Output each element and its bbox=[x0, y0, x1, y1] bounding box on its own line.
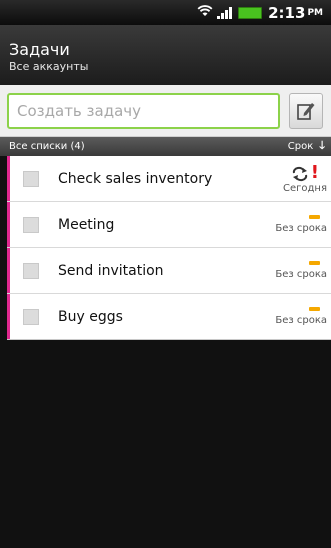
task-meta: Без срока bbox=[267, 202, 327, 248]
task-checkbox[interactable] bbox=[23, 309, 39, 325]
task-title: Send invitation bbox=[58, 263, 164, 279]
account-subtitle[interactable]: Все аккаунты bbox=[9, 59, 331, 74]
priority-normal-icon bbox=[309, 261, 320, 265]
signal-icon bbox=[217, 6, 233, 19]
list-filter-label[interactable]: Все списки (4) bbox=[9, 141, 85, 152]
page-title: Задачи bbox=[9, 40, 70, 59]
task-row[interactable]: Meeting Без срока bbox=[7, 202, 331, 248]
clock: 2:13 bbox=[268, 3, 306, 22]
task-due: Без срока bbox=[275, 315, 327, 326]
task-checkbox[interactable] bbox=[23, 217, 39, 233]
edit-icon bbox=[297, 103, 315, 120]
task-row[interactable]: Send invitation Без срока bbox=[7, 248, 331, 294]
task-meta: Без срока bbox=[267, 248, 327, 294]
battery-icon bbox=[238, 6, 263, 19]
sort-down-arrow-icon: 🡓 bbox=[319, 139, 325, 152]
new-task-detail-button[interactable] bbox=[289, 93, 323, 129]
task-due: Сегодня bbox=[283, 182, 327, 194]
priority-normal-icon bbox=[309, 215, 320, 219]
task-list: Check sales inventory ! Сегодня Meeting … bbox=[7, 156, 331, 340]
task-meta: ! Сегодня bbox=[267, 156, 327, 202]
task-row[interactable]: Check sales inventory ! Сегодня bbox=[7, 156, 331, 202]
task-title: Check sales inventory bbox=[58, 171, 213, 187]
clock-ampm: PM bbox=[307, 7, 323, 18]
priority-normal-icon bbox=[309, 307, 320, 311]
task-title: Buy eggs bbox=[58, 309, 123, 325]
repeat-icon bbox=[292, 166, 307, 181]
task-checkbox[interactable] bbox=[23, 263, 39, 279]
wifi-icon bbox=[197, 4, 213, 21]
new-task-input[interactable] bbox=[7, 93, 280, 129]
task-row[interactable]: Buy eggs Без срока bbox=[7, 294, 331, 340]
sort-control[interactable]: Срок 🡓 bbox=[288, 137, 325, 156]
task-meta: Без срока bbox=[267, 294, 327, 340]
high-priority-icon: ! bbox=[310, 161, 319, 183]
list-header: Все списки (4) Срок 🡓 bbox=[0, 137, 331, 156]
app-header: Задачи Все аккаунты bbox=[0, 25, 331, 85]
sort-label: Срок bbox=[287, 141, 314, 152]
task-checkbox[interactable] bbox=[23, 171, 39, 187]
new-task-bar bbox=[0, 85, 331, 137]
task-title: Meeting bbox=[58, 217, 115, 233]
task-due: Без срока bbox=[275, 269, 327, 280]
task-due: Без срока bbox=[275, 223, 327, 234]
status-bar: 2:13 PM bbox=[0, 0, 331, 25]
empty-area bbox=[0, 340, 331, 548]
